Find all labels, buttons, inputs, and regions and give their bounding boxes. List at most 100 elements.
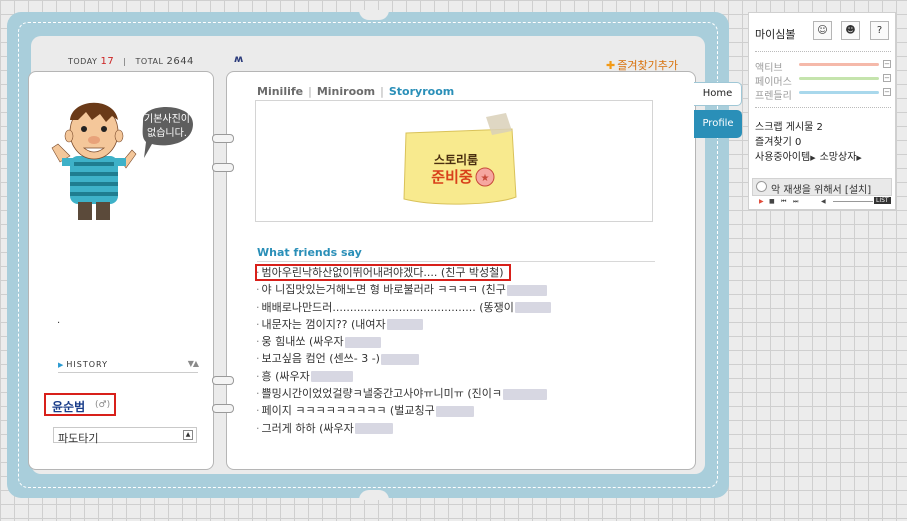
redacted-name bbox=[435, 405, 474, 417]
friend-comment-text: 흥 (싸우자 bbox=[261, 369, 310, 383]
tab-minilife[interactable]: Minilife bbox=[257, 85, 303, 98]
history-label: HISTORY bbox=[66, 360, 108, 369]
stop-icon[interactable]: ■ bbox=[769, 198, 775, 205]
prev-icon[interactable]: ⏮ bbox=[781, 198, 786, 206]
redacted-name bbox=[344, 336, 381, 348]
tab-home[interactable]: Home bbox=[694, 82, 742, 106]
total-label: TOTAL bbox=[135, 57, 164, 66]
wishlist-link[interactable]: 소망상자 bbox=[820, 152, 857, 163]
default-avatar-illustration: 기본사진이 없습니다. bbox=[51, 102, 193, 220]
item-links: 사용중아이템▶ 소망상자▶ bbox=[755, 148, 862, 163]
scrap-count[interactable]: 스크랩 게시물 2 bbox=[755, 118, 823, 133]
meter-friendly: 프렌들리 − bbox=[755, 87, 893, 102]
binder-ring bbox=[212, 134, 234, 143]
meter-bar bbox=[799, 63, 879, 66]
owner-name-box: 윤순범 (♂) bbox=[44, 393, 116, 416]
friend-comment-text: 쁠밍시간이었었걸량ㅋ낼중간고사야ㅠ니미ㅠ (진이ㅋ bbox=[261, 387, 503, 401]
my-symbol-panel: 마이심볼 ☺ ☻ ? 액티브 − 페이머스 − 프렌들리 − 스크랩 게시물 2… bbox=[748, 12, 896, 210]
friend-comment-item[interactable]: · 흥 (싸우자 bbox=[256, 368, 676, 385]
tab-divider: | bbox=[380, 85, 384, 98]
speech-bubble: 기본사진이 없습니다. bbox=[142, 106, 193, 158]
what-friends-say-title: What friends say bbox=[257, 246, 655, 262]
today-count: 17 bbox=[100, 56, 115, 67]
tab-miniroom[interactable]: Miniroom bbox=[317, 85, 375, 98]
friend-comment-item[interactable]: · 웅 힘내쏘 (싸우자 bbox=[256, 333, 676, 350]
friend-comment-text: 보고싶음 컴언 (센쓰- 3 -) bbox=[261, 352, 380, 366]
playlist-button[interactable]: LIST bbox=[874, 197, 891, 204]
redacted-name bbox=[310, 371, 353, 383]
binder-ring bbox=[212, 404, 234, 413]
visit-counter: TODAY 17 | TOTAL 2644 bbox=[68, 56, 194, 67]
hompy-logo[interactable]: ʍ bbox=[234, 54, 243, 65]
speech-line-2: 없습니다. bbox=[147, 126, 187, 139]
meter-label: 페이머스 bbox=[755, 77, 792, 88]
star-icon: ★ bbox=[481, 173, 490, 184]
avatar-icon[interactable]: ☺ bbox=[813, 21, 832, 40]
chevron-up-icon[interactable]: ▲ bbox=[183, 430, 193, 440]
friend-comment-item[interactable]: · 범아우린낙하산없이뛰어내려야겠다.... (친구 박성철) bbox=[255, 264, 676, 281]
cartoon-boy bbox=[51, 102, 137, 220]
meter-label: 액티브 bbox=[755, 63, 783, 74]
binder-ring bbox=[212, 376, 234, 385]
friend-comment-text: 웅 힘내쏘 (싸우자 bbox=[261, 335, 344, 349]
triangle-right-icon: ▶ bbox=[58, 361, 65, 369]
friend-comment-item[interactable]: · 보고싶음 컴언 (센쓰- 3 -) bbox=[256, 350, 676, 367]
minus-icon[interactable]: − bbox=[883, 74, 891, 82]
friend-comment-item[interactable]: · 쁠밍시간이었었걸량ㅋ낼중간고사야ㅠ니미ㅠ (진이ㅋ bbox=[256, 385, 676, 402]
wave-surf-label: 파도타기 bbox=[58, 432, 99, 445]
meter-label: 프렌들리 bbox=[755, 91, 792, 102]
help-icon[interactable]: ? bbox=[870, 21, 889, 40]
bullet: · bbox=[256, 283, 260, 297]
today-label: TODAY bbox=[68, 57, 98, 66]
bullet: · bbox=[256, 300, 260, 314]
music-icon bbox=[756, 181, 767, 192]
friend-comment-item[interactable]: · 그러게 하하 (싸우자 bbox=[256, 420, 676, 437]
tab-storyroom[interactable]: Storyroom bbox=[389, 85, 454, 98]
history-toggle-icon[interactable]: ▼▲ bbox=[188, 359, 199, 368]
friend-comment-item[interactable]: · 내문자는 껌이지?? (내여자 bbox=[256, 316, 676, 333]
bullet: · bbox=[256, 335, 260, 349]
bullet: · bbox=[256, 317, 260, 331]
book-notch bbox=[359, 10, 389, 20]
divider bbox=[755, 107, 891, 108]
triangle-right-icon: ▶ bbox=[856, 154, 862, 162]
volume-slider[interactable] bbox=[833, 201, 873, 202]
minus-icon[interactable]: − bbox=[883, 88, 891, 96]
friend-comment-text: 페이지 ㅋㅋㅋㅋㅋㅋㅋㅋㅋ (벌교칭구 bbox=[261, 404, 435, 418]
friends-say-list: · 범아우린낙하산없이뛰어내려야겠다.... (친구 박성철) · 야 니집맛있는거해… bbox=[255, 264, 676, 437]
triangle-right-icon: ▶ bbox=[810, 154, 816, 162]
music-player-controls: ▶ ■ ⏮ ⏭ ◀ LIST bbox=[757, 197, 893, 206]
redacted-name bbox=[386, 319, 423, 331]
minus-icon[interactable]: − bbox=[883, 60, 891, 68]
profile-text: . bbox=[57, 315, 61, 326]
bgm-install-text: 악 재생을 위해서 [설치] bbox=[771, 185, 872, 196]
tab-profile[interactable]: Profile bbox=[694, 110, 742, 138]
redacted-name bbox=[380, 353, 419, 365]
content-tabs: Minilife | Miniroom | Storyroom bbox=[257, 85, 454, 98]
meter-famous: 페이머스 − bbox=[755, 73, 893, 88]
binder-ring bbox=[212, 163, 234, 172]
history-link[interactable]: ▶ HISTORY ▼▲ bbox=[58, 359, 199, 373]
play-icon[interactable]: ▶ bbox=[759, 198, 764, 205]
meter-bar bbox=[799, 91, 879, 94]
friend-comment-item[interactable]: · 배배로나만드러................................… bbox=[256, 299, 676, 316]
friend-comment-text: 내문자는 껌이지?? (내여자 bbox=[261, 317, 386, 331]
items-in-use-link[interactable]: 사용중아이템 bbox=[755, 152, 810, 163]
wave-surf-select[interactable]: 파도타기 ▲ bbox=[53, 427, 197, 445]
storyroom-preparing-sign: 스토리룸 준비중 ★ bbox=[403, 113, 517, 205]
owner-gender: (♂) bbox=[95, 400, 111, 410]
favorite-count[interactable]: 즐겨찾기 0 bbox=[755, 133, 801, 148]
storyroom-box: 스토리룸 준비중 ★ bbox=[255, 100, 653, 222]
redacted-name bbox=[514, 302, 551, 314]
friend-comment-item[interactable]: · 야 니집맛있는거해노면 형 바로불러라 ㅋㅋㅋㅋ (친구 bbox=[256, 281, 676, 298]
next-icon[interactable]: ⏭ bbox=[793, 198, 798, 206]
total-count: 2644 bbox=[166, 56, 194, 67]
tab-divider: | bbox=[308, 85, 312, 98]
volume-icon: ◀ bbox=[821, 198, 826, 205]
minimi-icon[interactable]: ☻ bbox=[841, 21, 860, 40]
speech-line-1: 기본사진이 bbox=[144, 113, 190, 125]
bullet: · bbox=[256, 404, 260, 418]
friend-comment-item[interactable]: · 페이지 ㅋㅋㅋㅋㅋㅋㅋㅋㅋ (벌교칭구 bbox=[256, 402, 676, 419]
friend-comment-text: 그러게 하하 (싸우자 bbox=[261, 421, 354, 435]
bgm-install-bar[interactable]: 악 재생을 위해서 [설치] bbox=[752, 178, 892, 196]
